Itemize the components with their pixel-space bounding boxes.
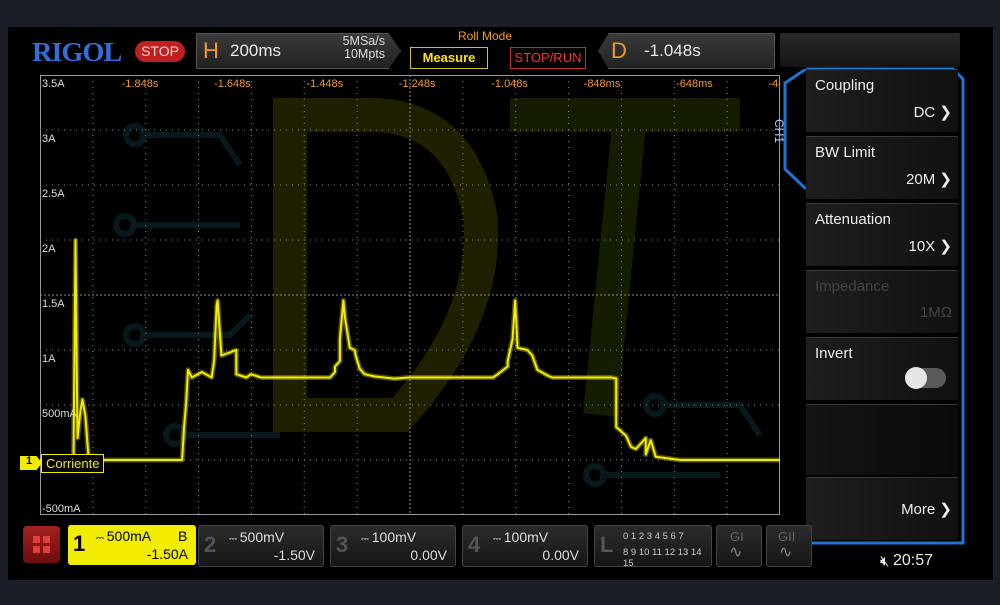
app-menu-button[interactable] <box>23 526 60 563</box>
watermark-logo <box>113 98 763 487</box>
more-label: More ❯ <box>901 501 952 518</box>
chevron-right-icon: ❯ <box>935 171 952 188</box>
menu-item-coupling[interactable]: Coupling DC ❯ <box>806 69 958 132</box>
time-axis-label: -1.448s <box>306 78 343 90</box>
timebase-value: 200ms <box>230 41 282 60</box>
run-state-badge: STOP <box>135 41 185 62</box>
axis-labels: -1.848s -1.648s -1.448s -1.248s -1.048s -848m… <box>42 78 780 515</box>
ch2-number: 2 <box>204 532 217 557</box>
amplitude-axis-label: 1A <box>42 353 56 365</box>
logic-row-1: 0 1 2 3 4 5 6 7 <box>623 531 684 542</box>
channel-label-tag: Corriente <box>41 454 105 473</box>
delay-value: -1.048s <box>644 41 701 60</box>
menu-item-blank <box>806 404 958 475</box>
bw-limit-label: BW Limit <box>815 144 875 161</box>
horizontal-letter: H <box>203 38 219 63</box>
amplitude-axis-label: -500mA <box>42 503 81 515</box>
amplitude-axis-label: 3.5A <box>42 78 65 90</box>
ch4-scale: ⎓ 100mV <box>493 529 549 545</box>
ch3-scale: ⎓ 100mV <box>361 529 417 545</box>
rigol-logo: RIGOL <box>32 37 122 67</box>
roll-mode-label: Roll Mode <box>458 29 513 43</box>
oscilloscope-screen: RIGOL STOP H 200ms 5MSa/s 10Mpts Roll Mo… <box>8 27 993 580</box>
ch2-scale: ⎓ 500mV <box>229 529 285 545</box>
stop-run-button[interactable]: STOP/RUN <box>510 47 586 69</box>
dc-coupling-icon: ⎓ <box>361 534 372 545</box>
delay-letter: D <box>611 38 627 63</box>
generator-2-box[interactable]: GII ∿ <box>766 525 812 567</box>
impedance-label: Impedance <box>815 278 890 295</box>
sine-wave-icon: ∿ <box>729 544 743 561</box>
ch1-offset-marker[interactable]: 1 <box>20 456 42 470</box>
time-axis-label: -848ms <box>584 78 621 90</box>
chevron-right-icon: ❯ <box>935 501 952 518</box>
ch4-number: 4 <box>468 532 481 557</box>
menu-item-attenuation[interactable]: Attenuation 10X ❯ <box>806 203 958 266</box>
coupling-value: DC ❯ <box>913 104 952 121</box>
time-axis-label: -1.048s <box>491 78 528 90</box>
channel-menu: Coupling DC ❯ BW Limit 20M ❯ Attenuation… <box>806 69 958 542</box>
time-axis-label: -1.248s <box>399 78 436 90</box>
dc-coupling-icon: ⎓ <box>493 534 504 545</box>
time-axis-label: -648ms <box>676 78 713 90</box>
ch1-offset: -1.50A <box>146 546 188 562</box>
sample-info: 5MSa/s 10Mpts <box>330 35 385 61</box>
ch2-status-box[interactable]: 2 ⎓ 500mV -1.50V <box>198 525 324 567</box>
menu-item-bw-limit[interactable]: BW Limit 20M ❯ <box>806 136 958 199</box>
bw-limit-value: 20M ❯ <box>906 171 952 188</box>
amplitude-axis-label: 1.5A <box>42 298 65 310</box>
memory-depth: 10Mpts <box>344 47 385 61</box>
speaker-muted-icon[interactable]: 🔇︎ <box>880 553 889 570</box>
ch4-status-box[interactable]: 4 ⎓ 100mV 0.00V <box>462 525 588 567</box>
time-axis-label: -1.648s <box>214 78 251 90</box>
ch1-bw-mark: B <box>178 528 188 544</box>
amplitude-axis-label: 2.5A <box>42 188 65 200</box>
invert-label: Invert <box>815 345 853 362</box>
ch3-status-box[interactable]: 3 ⎓ 100mV 0.00V <box>330 525 456 567</box>
grid-lines <box>40 75 780 515</box>
dc-coupling-icon: ⎓ <box>96 533 107 544</box>
amplitude-axis-label: 3A <box>42 133 56 145</box>
toggle-knob <box>905 367 927 389</box>
ch1-status-box[interactable]: 1 ⎓ 500mA B -1.50A <box>68 525 196 565</box>
logic-status-box[interactable]: L 0 1 2 3 4 5 6 7 8 9 10 11 12 13 14 15 <box>594 525 712 569</box>
menu-item-impedance: Impedance 1MΩ <box>806 270 958 333</box>
notification-area <box>780 33 960 67</box>
ch1-number: 1 <box>73 531 86 556</box>
ch1-scale: ⎓ 500mA <box>96 528 152 544</box>
grid-icon <box>33 536 50 553</box>
menu-item-invert[interactable]: Invert <box>806 337 958 400</box>
ch3-number: 3 <box>336 532 349 557</box>
logic-letter: L <box>600 532 614 557</box>
invert-toggle[interactable] <box>905 367 946 389</box>
coupling-label: Coupling <box>815 77 875 94</box>
dc-coupling-icon: ⎓ <box>229 534 240 545</box>
waveform-graticule[interactable]: -1.848s -1.648s -1.448s -1.248s -1.048s -848m… <box>40 75 780 515</box>
attenuation-value: 10X ❯ <box>908 238 952 255</box>
amplitude-axis-label: 2A <box>42 243 56 255</box>
ch1-marker-number: 1 <box>26 455 33 467</box>
measure-button[interactable]: Measure <box>410 47 488 69</box>
logic-row-2: 8 9 10 11 12 13 14 15 <box>623 547 702 569</box>
ch2-offset: -1.50V <box>273 547 315 563</box>
clock: 20:57 <box>893 552 934 569</box>
ch4-offset: 0.00V <box>542 547 579 563</box>
attenuation-label: Attenuation <box>815 211 891 228</box>
impedance-value: 1MΩ <box>919 304 952 321</box>
generator-1-box[interactable]: GI ∿ <box>716 525 762 567</box>
chevron-right-icon: ❯ <box>935 238 952 255</box>
sine-wave-icon: ∿ <box>779 544 793 561</box>
ch3-offset: 0.00V <box>410 547 447 563</box>
menu-item-more[interactable]: More ❯ <box>806 477 958 540</box>
time-axis-label: -1.848s <box>122 78 159 90</box>
chevron-right-icon: ❯ <box>935 104 952 121</box>
